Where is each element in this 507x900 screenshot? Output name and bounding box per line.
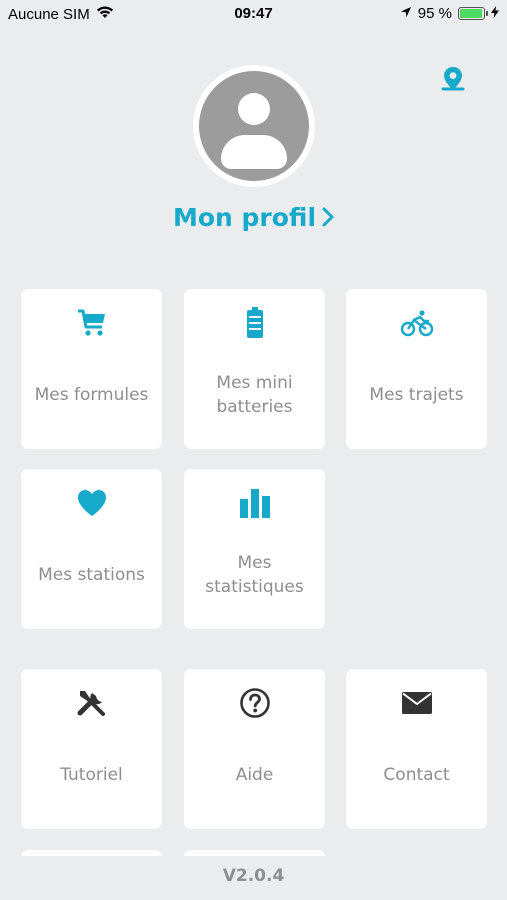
- tile-label: Contact: [383, 765, 450, 785]
- tile-label: Mes stations: [38, 565, 145, 585]
- cart-icon: [21, 305, 162, 341]
- battery-percent: 95 %: [417, 5, 452, 22]
- profile-link-label: Mon profil: [172, 203, 317, 232]
- tile-label: Aide: [235, 765, 274, 785]
- tile-label: Mes formules: [34, 385, 149, 405]
- status-bar: Aucune SIM 09:47 95 %: [0, 0, 507, 28]
- tile-label: Tutoriel: [60, 765, 123, 785]
- profile-avatar[interactable]: [193, 65, 315, 187]
- tile-label: Mes mini batteries: [216, 373, 293, 417]
- tile-aide[interactable]: Aide: [184, 669, 325, 829]
- bar-chart-icon: [184, 485, 325, 521]
- charging-bolt-icon: [491, 5, 499, 22]
- tile-mes-statistiques[interactable]: Mes statistiques: [184, 469, 325, 629]
- mail-icon: [346, 685, 487, 721]
- battery-icon: [184, 305, 325, 341]
- avatar-placeholder-icon: [199, 71, 309, 181]
- profile-link[interactable]: Mon profil: [0, 203, 507, 232]
- battery-fill: [460, 9, 482, 18]
- tile-tutoriel[interactable]: Tutoriel: [21, 669, 162, 829]
- app-version: V2.0.4: [222, 866, 285, 886]
- bike-icon: [346, 305, 487, 341]
- location-arrow-icon: [400, 5, 412, 22]
- tile-mes-stations[interactable]: Mes stations: [21, 469, 162, 629]
- tile-mes-formules[interactable]: Mes formules: [21, 289, 162, 449]
- tile-label: Mes trajets: [369, 385, 464, 405]
- tile-label: Mes statistiques: [205, 553, 304, 597]
- status-right: 95 %: [400, 5, 499, 22]
- question-icon: [184, 685, 325, 721]
- tile-mes-trajets[interactable]: Mes trajets: [346, 289, 487, 449]
- heart-icon: [21, 485, 162, 521]
- tools-icon: [21, 685, 162, 721]
- tile-mes-mini-batteries[interactable]: Mes mini batteries: [184, 289, 325, 449]
- chevron-right-icon: [322, 203, 334, 232]
- map-pin-icon[interactable]: [440, 66, 466, 94]
- battery-indicator-icon: [458, 7, 488, 20]
- tile-contact[interactable]: Contact: [346, 669, 487, 829]
